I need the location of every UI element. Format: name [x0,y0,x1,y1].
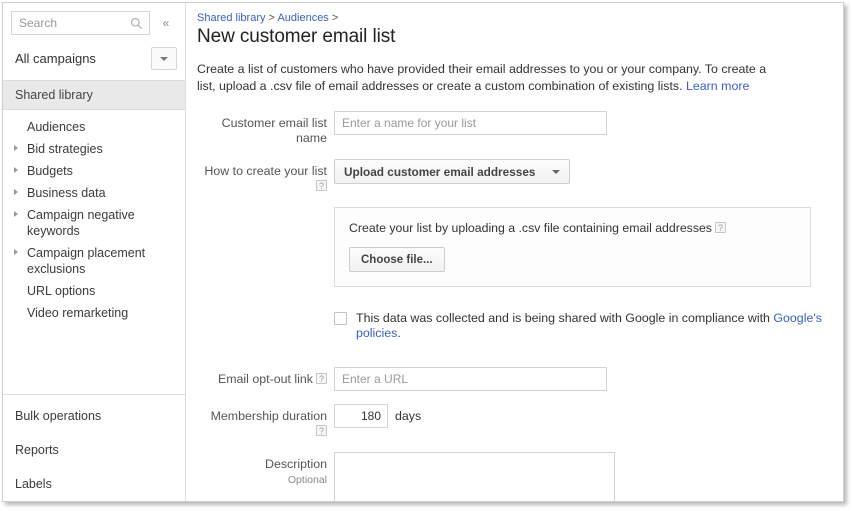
sidebar-item-label: Video remarketing [27,306,129,320]
app-window: « All campaigns Shared library Audiences… [2,2,844,502]
how-to-create-label-text: How to create your list [204,164,327,178]
membership-unit-label: days [395,409,422,423]
breadcrumb-link-shared-library[interactable]: Shared library [197,12,265,24]
sidebar-item-label: URL options [27,284,96,298]
page-title: New customer email list [197,26,396,47]
sidebar-item-business-data[interactable]: Business data [3,182,185,204]
sidebar-item-campaign-placement-exclusions[interactable]: Campaign placement exclusions [3,242,185,280]
intro-text: Create a list of customers who have prov… [197,61,775,94]
sidebar-item-url-options[interactable]: URL options [3,280,185,302]
chevron-right-icon [14,189,18,195]
upload-panel: Create your list by uploading a .csv fil… [334,207,811,287]
sidebar-item-video-remarketing[interactable]: Video remarketing [3,302,185,324]
all-campaigns-label: All campaigns [15,51,96,66]
sidebar-bottom-nav: Bulk operations Reports Labels [3,394,185,501]
description-optional-label: Optional [287,474,327,486]
form-row-membership: Membership duration? days [197,404,829,439]
chevron-down-icon [552,169,561,174]
consent-text: This data was collected and is being sha… [356,311,774,325]
all-campaigns-row[interactable]: All campaigns [3,41,185,80]
screenshot-frame: « All campaigns Shared library Audiences… [0,0,852,511]
sidebar-item-reports[interactable]: Reports [3,433,185,467]
learn-more-link[interactable]: Learn more [686,79,749,93]
description-label-text: Description [265,457,327,471]
intro-body: Create a list of customers who have prov… [197,62,767,93]
sidebar-item-bid-strategies[interactable]: Bid strategies [3,138,185,160]
sidebar-item-bulk-operations[interactable]: Bulk operations [3,399,185,433]
sidebar-item-label: Bid strategies [27,142,103,156]
sidebar-item-label: Audiences [27,120,86,134]
optout-label-text: Email opt-out link [217,372,313,386]
list-name-input[interactable] [334,111,607,135]
sidebar: « All campaigns Shared library Audiences… [3,3,186,501]
sidebar-item-label: Campaign placement exclusions [27,246,146,276]
chevron-right-icon [14,167,18,173]
membership-label-text: Membership duration [210,409,327,423]
chevron-down-icon [160,56,168,61]
description-textarea[interactable] [334,452,615,501]
form-row-upload-panel: Create your list by uploading a .csv fil… [197,207,829,298]
form-row-consent: This data was collected and is being sha… [197,311,829,354]
membership-label: Membership duration? [197,404,334,439]
consent-checkbox[interactable] [334,312,347,325]
form-row-list-name: Customer email list name [197,111,829,146]
upload-panel-spacer-label [197,207,334,212]
all-campaigns-dropdown-button[interactable] [151,47,177,70]
sidebar-item-label: Campaign negative keywords [27,208,135,238]
search-input[interactable] [12,12,149,34]
consent-spacer-label [197,311,334,316]
breadcrumb-separator: > [331,12,339,24]
help-icon[interactable]: ? [316,180,327,191]
consent-tail: . [397,326,401,340]
description-wrapper [334,452,615,501]
upload-panel-description: Create your list by uploading a .csv fil… [349,221,712,235]
help-icon[interactable]: ? [316,373,327,384]
sidebar-item-label: Budgets [27,164,73,178]
chevron-right-icon [14,145,18,151]
optout-input[interactable] [334,367,607,391]
breadcrumb: Shared library > Audiences > [197,12,829,24]
sidebar-item-label: Business data [27,186,106,200]
form-row-description: Description Optional [197,452,829,501]
consent-row: This data was collected and is being sha… [334,311,829,341]
upload-panel-text: Create your list by uploading a .csv fil… [349,221,796,235]
sidebar-nav-list: Audiences Bid strategies Budgets Busines… [3,110,185,324]
breadcrumb-link-audiences[interactable]: Audiences [277,12,328,24]
how-to-create-selected: Upload customer email addresses [344,164,536,179]
description-label: Description Optional [197,452,334,488]
list-name-label: Customer email list name [221,116,327,145]
how-to-create-dropdown[interactable]: Upload customer email addresses [334,159,571,184]
sidebar-section-shared-library[interactable]: Shared library [3,80,185,110]
chevron-right-icon [14,211,18,217]
membership-duration-input[interactable] [334,404,388,428]
help-icon[interactable]: ? [316,425,327,436]
choose-file-button[interactable]: Choose file... [349,247,445,272]
sidebar-item-audiences[interactable]: Audiences [3,116,185,138]
search-box[interactable] [11,11,150,35]
collapse-sidebar-button[interactable]: « [155,11,177,35]
how-to-create-label: How to create your list? [197,159,334,194]
main-content: Shared library > Audiences > New custome… [186,3,843,501]
chevron-right-icon [14,249,18,255]
form-row-optout: Email opt-out link? [197,367,829,391]
help-icon[interactable]: ? [714,222,726,233]
optout-label: Email opt-out link? [197,367,334,387]
sidebar-item-campaign-negative-keywords[interactable]: Campaign negative keywords [3,204,185,242]
form-row-how-to-create: How to create your list? Upload customer… [197,159,829,194]
consent-label: This data was collected and is being sha… [356,311,829,341]
breadcrumb-separator: > [268,12,275,24]
sidebar-search-row: « [3,3,185,41]
sidebar-item-budgets[interactable]: Budgets [3,160,185,182]
sidebar-item-labels[interactable]: Labels [3,467,185,501]
